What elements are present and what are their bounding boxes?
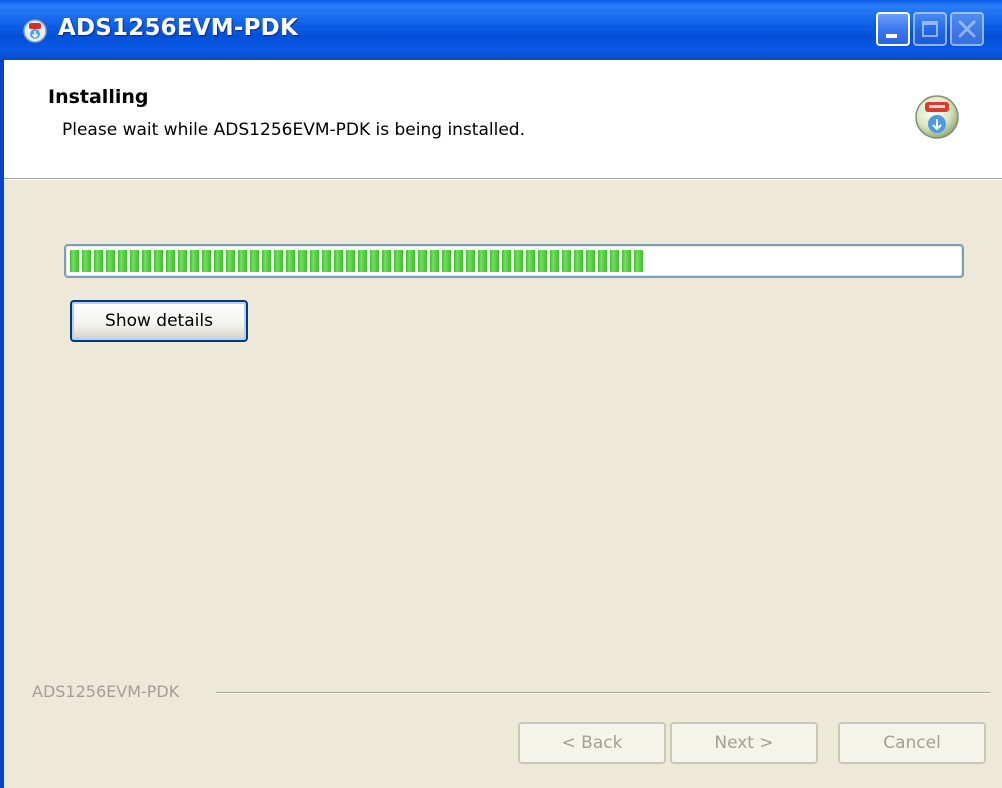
page-subtitle: Please wait while ADS1256EVM-PDK is bein… bbox=[62, 120, 525, 140]
next-button[interactable]: Next > bbox=[670, 722, 818, 764]
show-details-button[interactable]: Show details bbox=[70, 300, 248, 342]
close-button[interactable] bbox=[950, 12, 984, 46]
maximize-button[interactable] bbox=[913, 12, 947, 46]
title-bar[interactable]: ADS1256EVM-PDK bbox=[0, 0, 1002, 60]
install-disc-icon bbox=[915, 95, 959, 139]
close-icon bbox=[958, 20, 976, 38]
window-title: ADS1256EVM-PDK bbox=[58, 15, 298, 41]
progress-fill bbox=[70, 250, 643, 272]
header-panel: Installing Please wait while ADS1256EVM-… bbox=[4, 60, 1002, 179]
maximize-icon bbox=[922, 21, 938, 37]
cancel-button[interactable]: Cancel bbox=[838, 722, 986, 764]
minimize-button[interactable] bbox=[876, 12, 910, 46]
installer-window: ADS1256EVM-PDK Installing Please wait wh… bbox=[0, 0, 1002, 788]
footer-divider bbox=[216, 692, 990, 693]
brand-label: ADS1256EVM-PDK bbox=[32, 682, 180, 701]
install-progress-bar bbox=[64, 244, 964, 278]
header-separator bbox=[4, 179, 1002, 180]
back-button[interactable]: < Back bbox=[518, 722, 666, 764]
minimize-icon bbox=[886, 34, 897, 38]
page-title: Installing bbox=[48, 86, 149, 108]
installer-icon bbox=[23, 19, 47, 43]
